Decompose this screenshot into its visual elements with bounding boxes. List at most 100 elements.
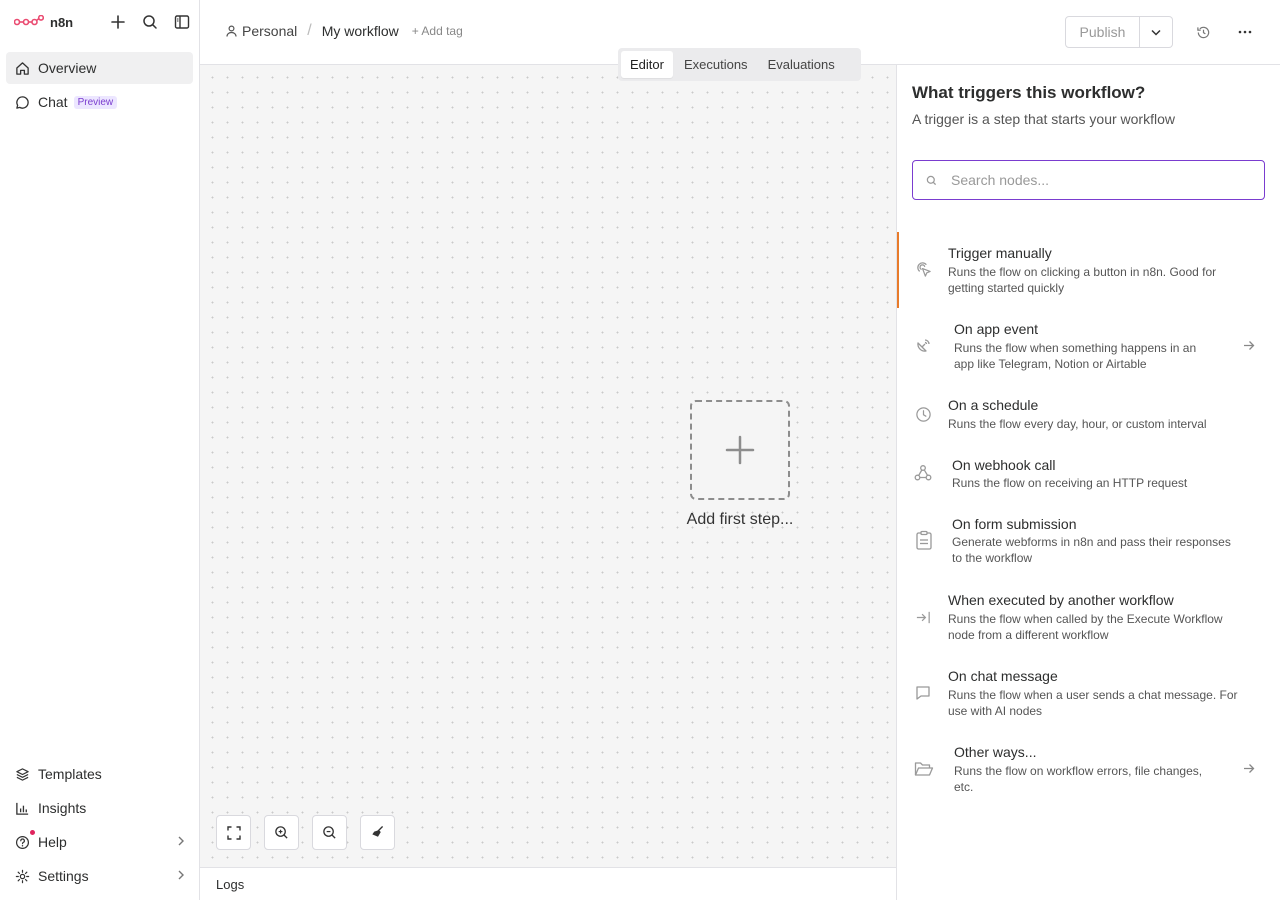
trigger-item-form[interactable]: On form submission Generate webforms in …	[897, 503, 1280, 579]
trigger-description: Runs the flow on receiving an HTTP reque…	[952, 476, 1188, 490]
chevron-right-icon	[177, 835, 185, 849]
trigger-description: Runs the flow on workflow errors, file c…	[954, 764, 1203, 794]
trigger-title: Other ways...	[954, 744, 1037, 760]
bar-chart-icon	[14, 800, 30, 816]
breadcrumb-project[interactable]: Personal	[242, 23, 297, 39]
view-tabs: Editor Executions Evaluations	[618, 48, 861, 81]
trigger-title: On webhook call	[952, 457, 1056, 473]
trigger-title: When executed by another workflow	[948, 592, 1174, 608]
tidy-up-button[interactable]	[360, 815, 395, 850]
sidebar-item-label: Settings	[38, 868, 89, 884]
search-icon	[926, 175, 937, 186]
app-name: n8n	[50, 14, 74, 30]
zoom-in-icon	[274, 825, 289, 840]
sidebar-item-label: Insights	[38, 800, 87, 816]
sidebar: n8n Overview Chat Preview Templates Insi…	[0, 0, 200, 900]
sidebar-item-insights[interactable]: Insights	[6, 792, 193, 824]
history-icon[interactable]	[1192, 21, 1214, 43]
chat-icon	[14, 94, 30, 110]
arrow-right-icon	[1243, 338, 1255, 356]
logs-bar[interactable]: Logs	[200, 867, 896, 900]
sidebar-toggle-icon[interactable]	[171, 11, 193, 33]
expand-icon	[226, 825, 241, 840]
gear-icon	[14, 868, 30, 884]
breadcrumb: Personal / My workflow + Add tag	[226, 22, 463, 40]
sidebar-item-settings[interactable]: Settings	[6, 860, 193, 892]
breadcrumb-separator: /	[307, 22, 312, 39]
trigger-description: Runs the flow every day, hour, or custom…	[948, 417, 1207, 431]
help-circle-icon	[14, 834, 30, 850]
trigger-item-chat-message[interactable]: On chat message Runs the flow when a use…	[897, 655, 1280, 731]
trigger-description: Runs the flow when something happens in …	[954, 341, 1197, 371]
tab-evaluations[interactable]: Evaluations	[759, 51, 844, 78]
search-nodes-field[interactable]	[912, 160, 1265, 200]
folder-open-icon	[914, 759, 934, 779]
add-tag-button[interactable]: + Add tag	[412, 24, 463, 38]
trigger-item-executed-by-workflow[interactable]: When executed by another workflow Runs t…	[897, 579, 1280, 655]
trigger-description: Runs the flow when called by the Execute…	[948, 612, 1223, 642]
webhook-icon	[913, 463, 933, 483]
trigger-title: On chat message	[948, 668, 1058, 684]
sidebar-item-label: Templates	[38, 766, 102, 782]
user-icon	[226, 25, 237, 37]
broom-icon	[370, 825, 385, 840]
satellite-dish-icon	[914, 337, 932, 355]
home-icon	[14, 60, 30, 76]
sidebar-item-label: Overview	[38, 60, 97, 76]
clock-icon	[914, 405, 932, 423]
n8n-logo-icon	[14, 15, 44, 26]
arrow-right-icon	[1243, 761, 1255, 779]
sidebar-top-actions	[107, 11, 193, 33]
sidebar-item-overview[interactable]: Overview	[6, 52, 193, 84]
sidebar-item-templates[interactable]: Templates	[6, 758, 193, 790]
search-nodes-input[interactable]	[951, 172, 1241, 188]
sidebar-item-help[interactable]: Help	[6, 826, 193, 858]
fit-view-button[interactable]	[216, 815, 251, 850]
trigger-description: Generate webforms in n8n and pass their …	[952, 535, 1231, 565]
add-first-step-button[interactable]	[690, 400, 790, 500]
add-first-step-label: Add first step...	[686, 511, 794, 528]
zoom-out-icon	[322, 825, 337, 840]
trigger-description: Runs the flow when a user sends a chat m…	[948, 688, 1238, 718]
trigger-item-app-event[interactable]: On app event Runs the flow when somethin…	[897, 308, 1280, 384]
sidebar-item-label: Chat	[38, 94, 68, 110]
panel-title: What triggers this workflow?	[912, 83, 1146, 102]
notification-dot	[30, 830, 35, 835]
trigger-title: On a schedule	[948, 397, 1039, 413]
trigger-item-other-ways[interactable]: Other ways... Runs the flow on workflow …	[897, 731, 1280, 807]
node-creator-panel: What triggers this workflow? A trigger i…	[896, 65, 1280, 900]
trigger-title: On form submission	[952, 516, 1077, 532]
workflow-name[interactable]: My workflow	[322, 23, 399, 39]
search-icon[interactable]	[139, 11, 161, 33]
tab-editor[interactable]: Editor	[621, 51, 673, 78]
trigger-description: Runs the flow on clicking a button in n8…	[948, 265, 1217, 295]
workflow-canvas[interactable]: Add first step...	[200, 65, 896, 867]
trigger-item-schedule[interactable]: On a schedule Runs the flow every day, h…	[897, 384, 1280, 444]
trigger-item-manual[interactable]: Trigger manually Runs the flow on clicki…	[897, 232, 1280, 308]
sign-in-icon	[914, 608, 932, 626]
trigger-item-webhook[interactable]: On webhook call Runs the flow on receivi…	[897, 444, 1280, 503]
publish-group: Publish	[1065, 16, 1173, 48]
logs-label: Logs	[216, 877, 245, 892]
chevron-down-icon	[1151, 29, 1161, 36]
clipboard-icon	[914, 530, 934, 550]
tab-executions[interactable]: Executions	[675, 51, 757, 78]
cursor-click-icon	[914, 260, 932, 278]
panel-subtitle: A trigger is a step that starts your wor…	[912, 111, 1175, 127]
plus-icon	[725, 435, 755, 465]
layers-icon	[14, 766, 30, 782]
more-options-icon[interactable]	[1234, 21, 1256, 43]
preview-badge: Preview	[73, 95, 118, 109]
chevron-right-icon	[177, 869, 185, 883]
publish-dropdown-button[interactable]	[1140, 16, 1173, 48]
chat-bubble-icon	[914, 684, 932, 702]
sidebar-item-chat[interactable]: Chat Preview	[6, 86, 193, 118]
zoom-in-button[interactable]	[264, 815, 299, 850]
n8n-logo[interactable]: n8n	[14, 15, 73, 30]
trigger-title: Trigger manually	[948, 245, 1052, 261]
plus-icon[interactable]	[107, 11, 129, 33]
publish-button[interactable]: Publish	[1065, 16, 1140, 48]
trigger-title: On app event	[954, 321, 1039, 337]
sidebar-item-label: Help	[38, 834, 67, 850]
zoom-out-button[interactable]	[312, 815, 347, 850]
